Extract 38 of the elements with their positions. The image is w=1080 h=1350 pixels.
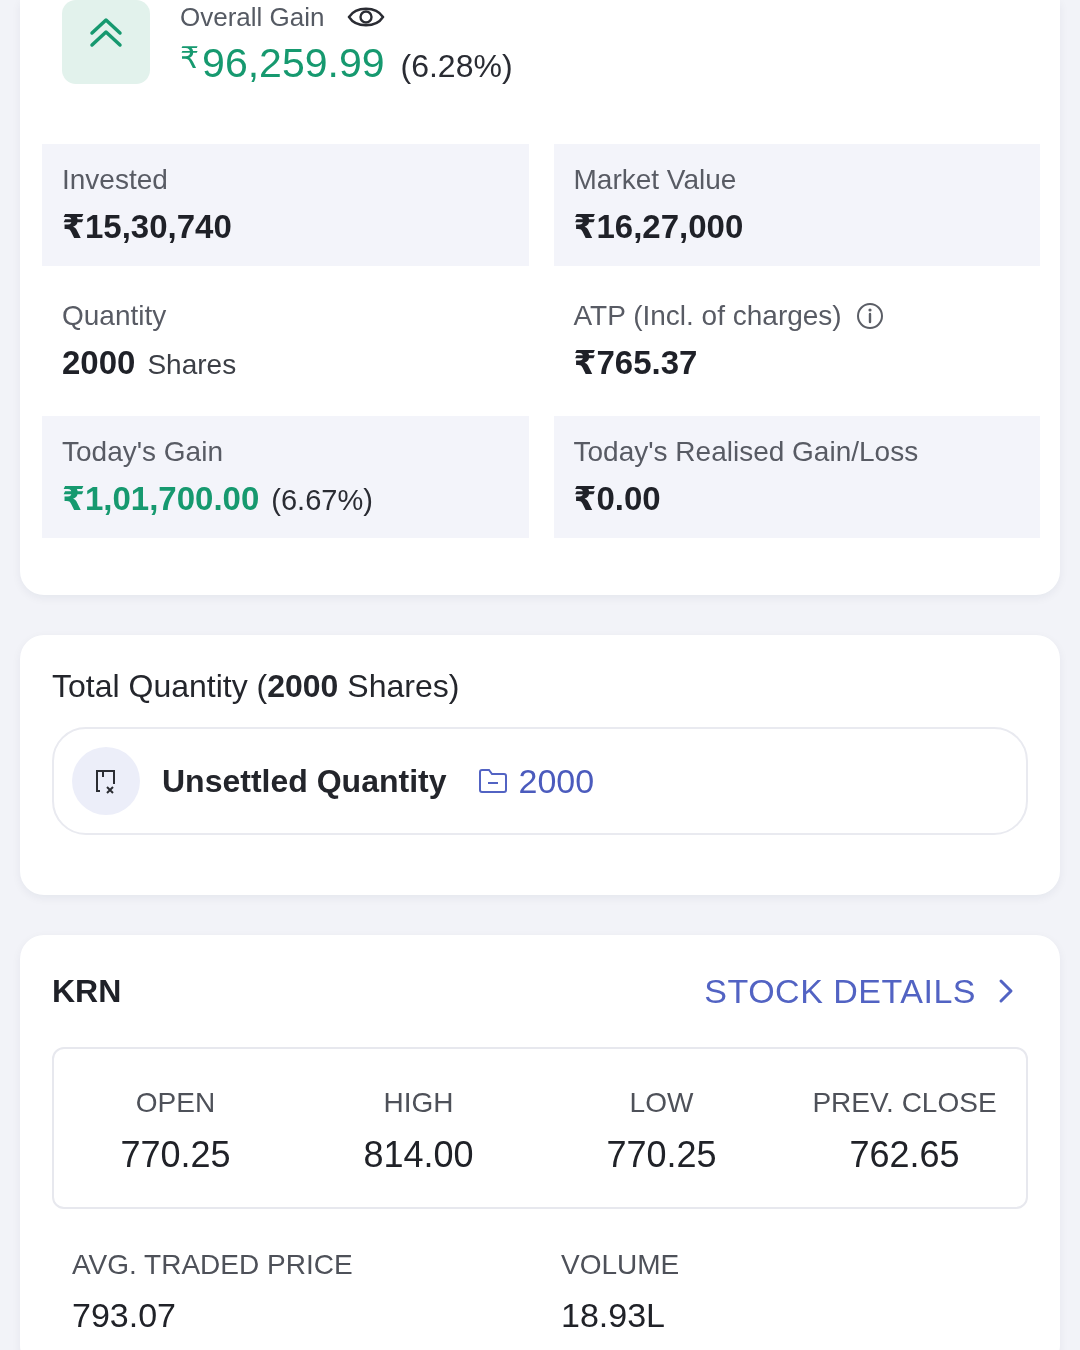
- quantity-value: 2000: [518, 761, 595, 801]
- section-title: Total Quantity (2000 Shares): [52, 667, 461, 705]
- stock-symbol: KRN: [52, 972, 122, 1010]
- chevron-right-icon: [998, 978, 1014, 1004]
- stat-label: HIGH: [383, 1087, 454, 1119]
- stat-label: PREV. CLOSE: [812, 1087, 997, 1119]
- quantity-label: Unsettled Quantity: [162, 762, 447, 800]
- stat-value: ₹15,30,740: [62, 208, 233, 246]
- info-icon[interactable]: [855, 302, 884, 330]
- stat-value: ₹0.00: [573, 480, 662, 518]
- gain-percent: (6.67%): [271, 484, 373, 517]
- stat-value: ₹16,27,000: [573, 208, 745, 246]
- gain-label: Overall Gain: [180, 2, 325, 32]
- unit-label: Shares: [147, 349, 237, 381]
- stat-label: AVG. TRADED PRICE: [72, 1249, 354, 1281]
- folder-icon: [478, 768, 509, 794]
- document-icon: [72, 747, 140, 815]
- stat-label: Quantity: [62, 300, 167, 332]
- stat-value: 793.07: [72, 1295, 177, 1335]
- gain-percent: (6.28%): [400, 48, 513, 85]
- stock-details-link[interactable]: STOCK DETAILS: [704, 971, 1028, 1011]
- stat-label: Invested: [62, 164, 168, 196]
- stat-label: Today's Realised Gain/Loss: [573, 436, 919, 468]
- stat-value: 770.25: [606, 1135, 717, 1175]
- stat-value: 814.00: [363, 1135, 474, 1175]
- stat-label: ATP (Incl. of charges): [573, 300, 842, 332]
- stat-label: LOW: [629, 1087, 694, 1119]
- share-count: 2000: [62, 344, 136, 382]
- stat-value: 18.93L: [561, 1295, 666, 1335]
- stat-value: ₹765.37: [573, 344, 699, 382]
- stat-label: VOLUME: [561, 1249, 681, 1281]
- stat-value: 770.25: [120, 1135, 231, 1175]
- stat-value: 762.65: [849, 1135, 960, 1175]
- stat-label: OPEN: [135, 1087, 216, 1119]
- gain-amount: $^{₹}$96,259.99: [180, 39, 385, 88]
- gain-value: ₹1,01,700.00: [62, 480, 260, 518]
- stat-label: Today's Gain: [62, 436, 223, 468]
- stat-label: Market Value: [573, 164, 737, 196]
